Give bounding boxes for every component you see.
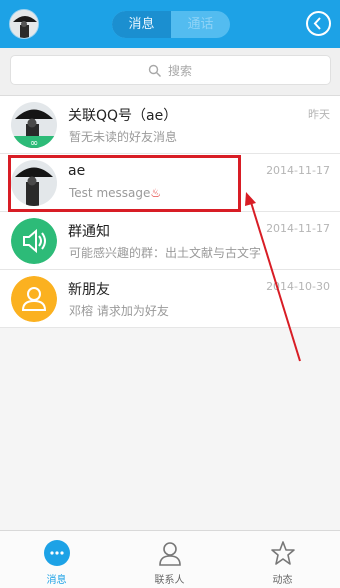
conversation-name: 关联QQ号（ae）: [68, 108, 178, 124]
tab-calls[interactable]: 通话: [171, 11, 230, 38]
star-icon: [271, 541, 295, 565]
highlight-box: [8, 155, 241, 212]
contacts-icon: [159, 542, 181, 566]
user-photo-icon: [10, 10, 38, 38]
conversation-row-new-friends[interactable]: 新朋友 邓榕 请求加为好友 2014-10-30: [0, 270, 340, 328]
profile-avatar[interactable]: [9, 9, 39, 39]
back-button[interactable]: [306, 11, 331, 36]
conversation-name: 群通知: [68, 224, 110, 240]
message-call-switch: 消息 通话: [112, 11, 230, 38]
nav-messages[interactable]: 消息: [0, 531, 113, 588]
search-placeholder: 搜索: [168, 64, 193, 78]
speaker-icon: [11, 218, 57, 264]
tab-messages[interactable]: 消息: [112, 11, 171, 38]
search-input[interactable]: 搜索: [10, 55, 331, 85]
conversation-preview: 暂无未读的好友消息: [69, 130, 178, 144]
bottom-nav: 消息 联系人 动态: [0, 530, 340, 588]
conversation-preview: 邓榕 请求加为好友: [69, 304, 169, 318]
avatar: [11, 276, 57, 322]
avatar: [11, 218, 57, 264]
conversation-time: 2014-11-17: [266, 164, 330, 177]
conversation-time: 昨天: [308, 108, 330, 121]
user-photo-icon: ∞: [11, 102, 57, 148]
chevron-left-icon: [313, 17, 321, 30]
nav-feed[interactable]: 动态: [226, 531, 339, 588]
conversation-name: 新朋友: [68, 282, 110, 298]
conversation-time: 2014-10-30: [266, 280, 330, 293]
conversation-row-linked-qq[interactable]: ∞ 关联QQ号（ae） 暂无未读的好友消息 昨天: [0, 96, 340, 154]
search-icon: [148, 64, 161, 77]
svg-text:∞: ∞: [30, 138, 38, 148]
conversation-time: 2014-11-17: [266, 222, 330, 235]
chat-bubble-icon: [44, 540, 70, 566]
person-icon: [11, 276, 57, 322]
avatar: ∞: [11, 102, 57, 148]
conversation-row-group-notice[interactable]: 群通知 可能感兴趣的群：出土文献与古文字 2014-11-17: [0, 212, 340, 270]
conversation-preview: 可能感兴趣的群：出土文献与古文字: [69, 246, 262, 260]
nav-label: 动态: [272, 575, 293, 586]
search-area: 搜索: [0, 48, 340, 96]
nav-contacts[interactable]: 联系人: [113, 531, 226, 588]
top-bar: 消息 通话: [0, 0, 340, 48]
nav-label: 消息: [46, 575, 67, 586]
nav-label: 联系人: [154, 575, 185, 586]
